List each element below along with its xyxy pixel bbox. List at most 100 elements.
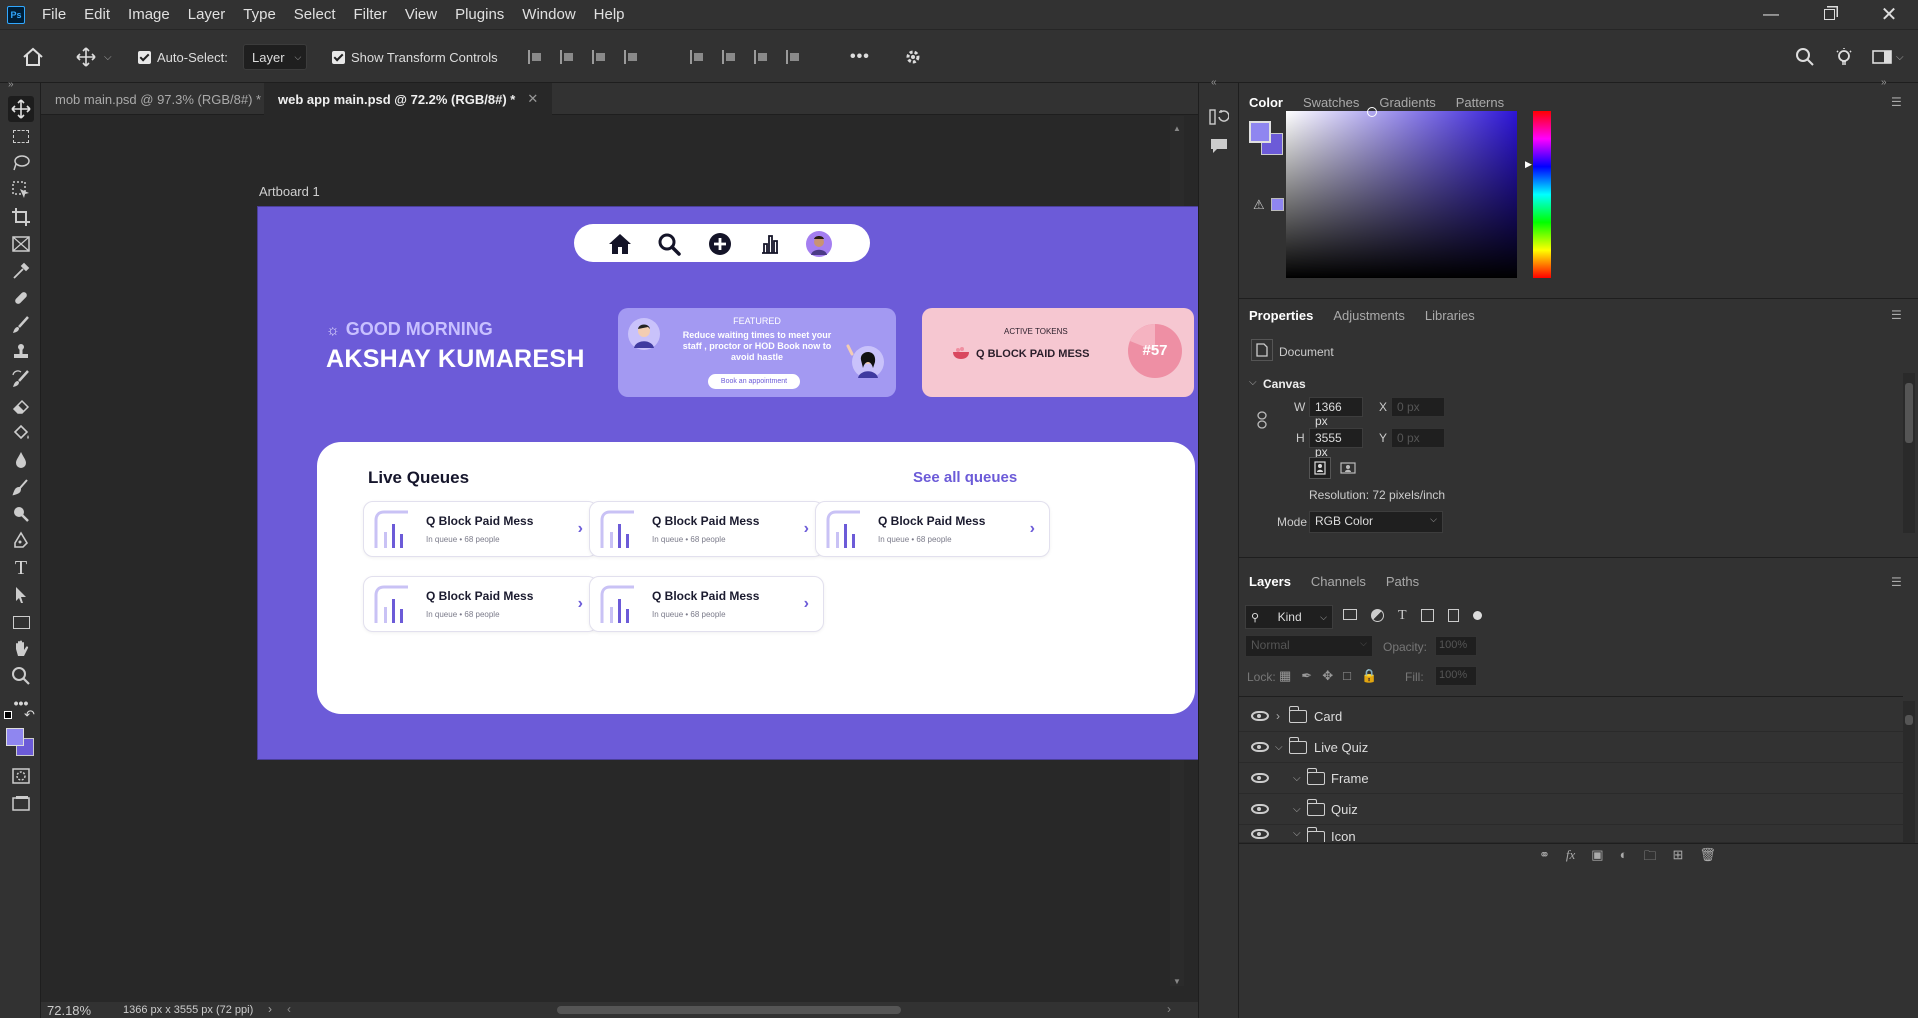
comments-panel-icon[interactable] [1209, 137, 1229, 158]
menu-type[interactable]: Type [234, 0, 285, 29]
tab-web-app-main[interactable]: web app main.psd @ 72.2% (RGB/8#) * ✕ [264, 83, 553, 115]
align-left-icon[interactable] [528, 50, 544, 64]
artboard[interactable]: ☼ GOOD MORNING AKSHAY KUMARESH FEATURED R… [257, 206, 1243, 760]
panel-menu-icon[interactable]: ☰ [1891, 575, 1902, 589]
landscape-orientation-icon[interactable] [1337, 457, 1359, 479]
adjustment-layer-icon[interactable]: ◐ [1620, 847, 1628, 869]
hue-slider[interactable] [1533, 111, 1551, 278]
rectangle-tool-icon[interactable] [8, 609, 34, 635]
width-field[interactable]: 1366 px [1309, 397, 1363, 428]
color-picker-handle[interactable] [1367, 107, 1377, 117]
scroll-left-icon[interactable]: ‹ [287, 1002, 291, 1016]
align-bottom-icon[interactable] [754, 50, 770, 64]
hue-slider-handle[interactable]: ▶ [1525, 159, 1532, 170]
more-options-icon[interactable]: ••• [850, 30, 870, 84]
align-right-icon[interactable] [592, 50, 608, 64]
close-tab-icon[interactable]: ✕ [527, 91, 538, 107]
lightbulb-icon[interactable] [1834, 30, 1854, 84]
visibility-eye-icon[interactable] [1251, 711, 1269, 721]
default-colors-icon[interactable]: ↶ [4, 707, 38, 725]
book-appointment-button[interactable]: Book an appointment [708, 374, 800, 389]
quick-mask-icon[interactable] [8, 763, 34, 789]
settings-gear-icon[interactable] [904, 30, 922, 84]
horizontal-scroll-thumb[interactable] [557, 1006, 901, 1014]
hand-tool-icon[interactable] [8, 636, 34, 662]
fx-icon[interactable]: fx [1566, 847, 1575, 869]
tab-layers[interactable]: Layers [1239, 567, 1301, 597]
y-field[interactable]: 0 px [1391, 428, 1445, 448]
zoom-level[interactable]: 72.18% [47, 1003, 91, 1018]
chevron-right-icon[interactable]: › [804, 520, 809, 538]
height-field[interactable]: 3555 px [1309, 428, 1363, 459]
queue-card[interactable]: Q Block Paid Mess In queue • 68 people › [589, 576, 824, 632]
properties-scrollbar[interactable] [1903, 373, 1915, 533]
new-group-icon[interactable]: 🗀 [1643, 847, 1656, 869]
add-mask-icon[interactable]: ▣ [1591, 847, 1603, 869]
chevron-down-icon[interactable]: ⌵ [1293, 828, 1301, 839]
move-tool-icon[interactable]: ⌵ [76, 30, 112, 84]
move-tool-icon[interactable] [8, 96, 34, 122]
minimize-icon[interactable]: — [1748, 0, 1794, 29]
object-select-tool-icon[interactable] [8, 177, 34, 203]
portrait-orientation-icon[interactable] [1309, 457, 1331, 479]
chevron-down-icon[interactable]: ⌵ [1275, 742, 1283, 753]
opacity-field[interactable]: 100% [1435, 636, 1477, 656]
x-field[interactable]: 0 px [1391, 397, 1445, 417]
color-field[interactable] [1286, 107, 1517, 278]
zoom-tool-icon[interactable] [8, 663, 34, 689]
menu-plugins[interactable]: Plugins [446, 0, 513, 29]
queue-card[interactable]: Q Block Paid Mess In queue • 68 people › [815, 501, 1050, 557]
properties-scroll-thumb[interactable] [1905, 383, 1913, 443]
visibility-eye-icon[interactable] [1251, 773, 1269, 783]
collapse-panel-icon[interactable]: « [1211, 77, 1217, 88]
layer-row-card[interactable]: › Card [1239, 701, 1903, 732]
tab-properties[interactable]: Properties [1239, 301, 1323, 331]
chevron-right-icon[interactable]: › [578, 520, 583, 538]
avatar[interactable] [806, 231, 832, 257]
menu-layer[interactable]: Layer [179, 0, 235, 29]
expand-panel-icon[interactable]: » [8, 79, 14, 90]
chevron-right-icon[interactable]: › [1276, 709, 1280, 723]
layers-scroll-thumb[interactable] [1905, 715, 1913, 725]
show-transform-checkbox[interactable] [332, 50, 345, 64]
menu-view[interactable]: View [396, 0, 446, 29]
layer-row-live-quiz[interactable]: ⌵ Live Quiz [1239, 732, 1903, 763]
layer-row-frame[interactable]: ⌵ Frame [1239, 763, 1903, 794]
screen-mode-icon[interactable] [8, 790, 34, 816]
scroll-right-icon[interactable]: › [1167, 1002, 1171, 1016]
align-center-h-icon[interactable] [560, 50, 576, 64]
menu-file[interactable]: File [33, 0, 75, 29]
auto-select-checkbox[interactable] [138, 50, 151, 64]
workspace-icon[interactable]: ⌵ [1872, 30, 1904, 84]
menu-window[interactable]: Window [513, 0, 584, 29]
adjustment-filter-icon[interactable] [1371, 609, 1384, 622]
lock-transparent-icon[interactable]: ▦ [1279, 668, 1291, 684]
history-panel-icon[interactable] [1209, 107, 1230, 130]
link-dimensions-icon[interactable] [1255, 411, 1269, 432]
swap-colors-icon[interactable]: ↶ [24, 707, 35, 723]
menu-image[interactable]: Image [119, 0, 179, 29]
history-brush-tool-icon[interactable] [8, 366, 34, 392]
color-swatches[interactable] [6, 728, 34, 756]
visibility-eye-icon[interactable] [1251, 742, 1269, 752]
chevron-down-icon[interactable]: ⌵ [1896, 52, 1904, 63]
smart-object-filter-icon[interactable] [1447, 609, 1459, 622]
menu-help[interactable]: Help [585, 0, 634, 29]
queue-card[interactable]: Q Block Paid Mess In queue • 68 people › [363, 501, 598, 557]
panel-menu-icon[interactable]: ☰ [1891, 308, 1902, 322]
dodge-tool-icon[interactable] [8, 501, 34, 527]
brush-tool-icon[interactable] [8, 312, 34, 338]
path-selection-tool-icon[interactable] [8, 582, 34, 608]
chevron-down-icon[interactable]: ⌵ [1293, 804, 1301, 815]
collapse-dock-icon[interactable]: » [1881, 77, 1887, 88]
align-top-icon[interactable] [690, 50, 706, 64]
eraser-tool-icon[interactable] [8, 393, 34, 419]
auto-select-target-dropdown[interactable]: Layer ⌵ [243, 44, 307, 70]
type-tool-icon[interactable]: T [8, 555, 34, 581]
visibility-eye-icon[interactable] [1251, 804, 1269, 814]
frame-tool-icon[interactable] [8, 231, 34, 257]
delete-layer-icon[interactable]: 🗑 [1699, 847, 1716, 869]
lock-artboard-icon[interactable]: □ [1343, 668, 1351, 684]
eyedropper-tool-icon[interactable] [8, 258, 34, 284]
status-menu-arrow-icon[interactable]: › [268, 1002, 272, 1016]
